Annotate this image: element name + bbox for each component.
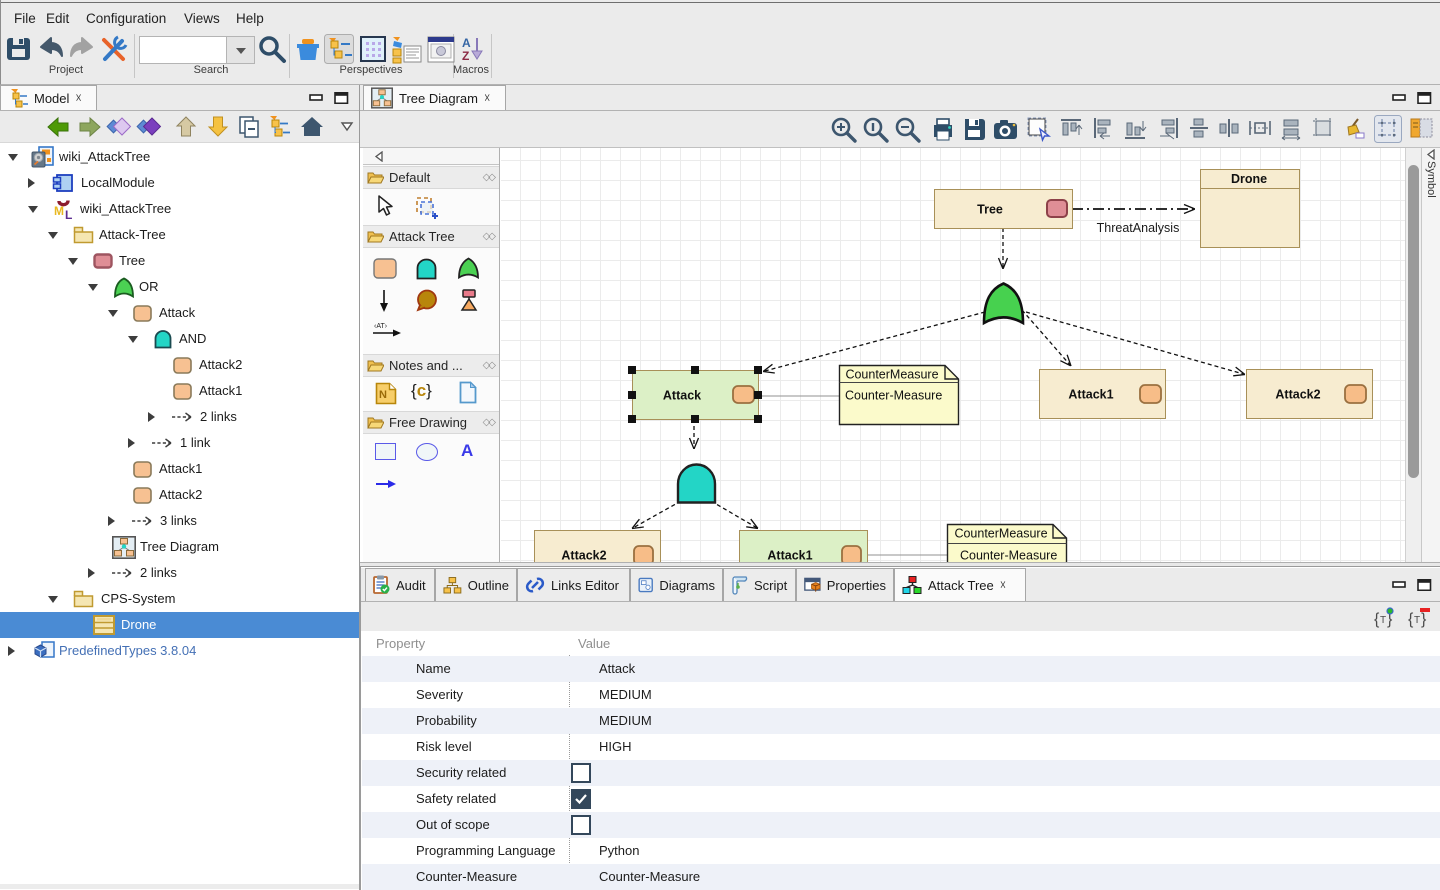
svg-text:Attack1: Attack1 <box>1068 388 1113 402</box>
svg-text:Attack2: Attack2 <box>561 549 606 563</box>
svg-text:Counter-Measure: Counter-Measure <box>960 549 1057 563</box>
svg-text:Tree: Tree <box>977 203 1003 217</box>
svg-text:Z: Z <box>462 49 469 63</box>
svg-text:N: N <box>379 389 387 401</box>
svg-text:L: L <box>65 208 72 221</box>
svg-text:CounterMeasure: CounterMeasure <box>845 368 938 382</box>
svg-text:ThreatAnalysis: ThreatAnalysis <box>1097 221 1180 235</box>
svg-text:M: M <box>54 204 64 218</box>
svg-text:}: } <box>1421 611 1427 628</box>
svg-text:Attack1: Attack1 <box>767 549 812 563</box>
svg-text:‹AT›: ‹AT› <box>374 323 388 330</box>
svg-text:T: T <box>1380 615 1386 626</box>
svg-text:A: A <box>462 36 471 50</box>
svg-text:Drone: Drone <box>1231 172 1267 186</box>
svg-text:Attack: Attack <box>663 389 701 403</box>
svg-text:Attack2: Attack2 <box>1275 388 1320 402</box>
svg-text:Counter-Measure: Counter-Measure <box>845 389 942 403</box>
svg-text:T: T <box>1414 615 1420 626</box>
svg-text:CounterMeasure: CounterMeasure <box>954 527 1047 541</box>
